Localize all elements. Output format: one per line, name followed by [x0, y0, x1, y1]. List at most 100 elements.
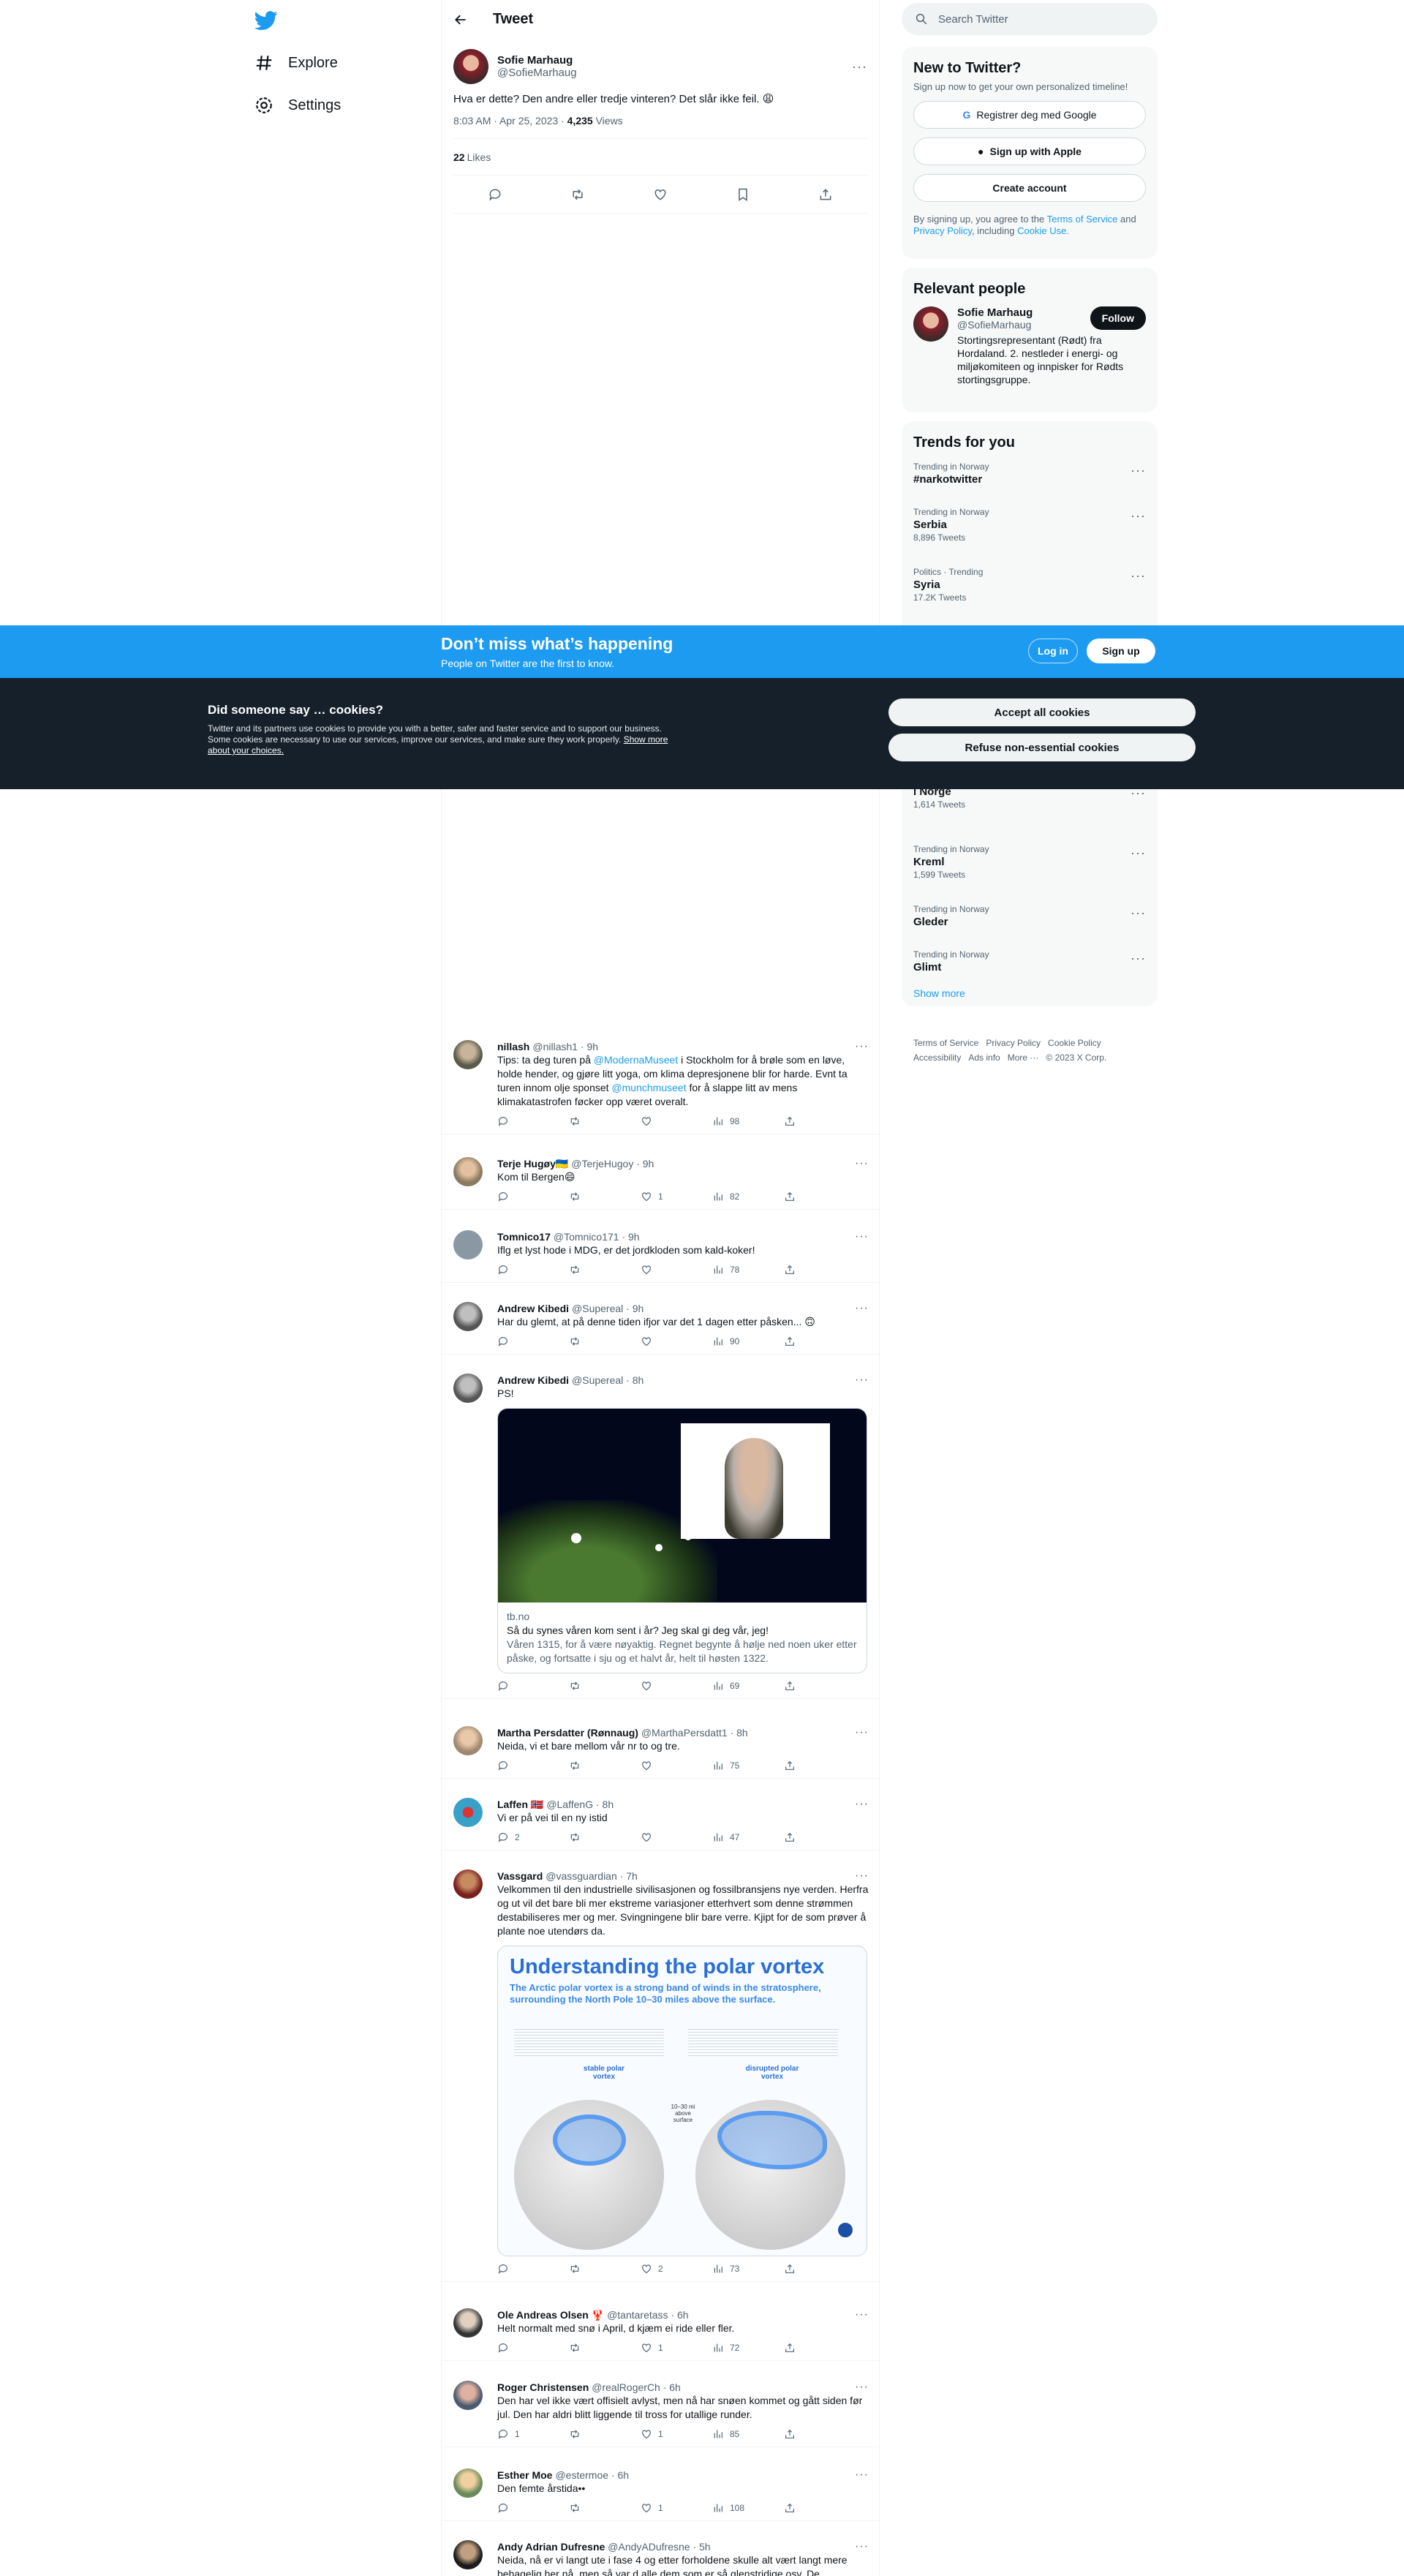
avatar[interactable] — [453, 1374, 483, 1403]
more-icon[interactable]: ··· — [1131, 568, 1146, 584]
retweet-action[interactable] — [569, 2263, 641, 2275]
reply-tweet[interactable]: Tomnico17 @Tomnico171 · 9h ··· Iflg et l… — [442, 1221, 880, 1283]
trend-item[interactable]: Trending in Norway Kreml 1,599 Tweets ··… — [913, 838, 1146, 898]
share-action[interactable] — [784, 1191, 856, 1202]
follow-button[interactable]: Follow — [1090, 306, 1146, 330]
views-action[interactable]: 69 — [712, 1680, 784, 1692]
reply-author-handle[interactable]: @MarthaPersdatt1 · 8h — [641, 1727, 748, 1739]
reply-action[interactable] — [497, 2263, 569, 2275]
reply-author-handle[interactable]: @AndyADufresne · 5h — [608, 2541, 710, 2553]
footer-more[interactable]: More ··· — [1008, 1052, 1039, 1063]
reply-author-handle[interactable]: @vassguardian · 7h — [546, 1870, 638, 1882]
likes-row[interactable]: 22 Likes — [453, 139, 867, 176]
reply-action[interactable] — [497, 1680, 569, 1692]
reply-icon[interactable] — [488, 187, 502, 202]
share-action[interactable] — [784, 1264, 856, 1276]
views-action[interactable]: 75 — [712, 1760, 784, 1771]
views-action[interactable]: 98 — [712, 1115, 784, 1127]
more-icon[interactable]: ··· — [855, 1374, 869, 1387]
trend-item[interactable]: Trending in Norway #narkotwitter ··· — [913, 456, 1146, 501]
retweet-action[interactable] — [569, 1760, 641, 1771]
reply-author-handle[interactable]: @estermoe · 6h — [555, 2469, 629, 2481]
reply-action[interactable]: 1 — [497, 2428, 569, 2440]
reply-author-handle[interactable]: @tantaretass · 6h — [607, 2309, 689, 2321]
views-action[interactable]: 90 — [712, 1336, 784, 1347]
terms-link[interactable]: Terms of Service — [1047, 214, 1118, 225]
share-action[interactable] — [784, 2342, 856, 2354]
like-action[interactable]: 1 — [641, 2502, 712, 2514]
reply-tweet[interactable]: Laffen 🇳🇴 @LaffenG · 8h ··· Vi er på vei… — [442, 1789, 880, 1850]
refuse-cookies-button[interactable]: Refuse non-essential cookies — [888, 734, 1196, 761]
retweet-action[interactable] — [569, 2502, 641, 2514]
views-action[interactable]: 72 — [712, 2342, 784, 2354]
avatar[interactable] — [453, 1157, 483, 1186]
like-action[interactable] — [641, 1680, 712, 1692]
cookie-use-link[interactable]: Cookie Use. — [1017, 225, 1069, 236]
reply-tweet[interactable]: Ole Andreas Olsen 🦞 @tantaretass · 6h ··… — [442, 2300, 880, 2361]
retweet-action[interactable] — [569, 2428, 641, 2440]
retweet-action[interactable] — [569, 1680, 641, 1692]
avatar[interactable] — [453, 1040, 483, 1069]
reply-tweet[interactable]: Andrew Kibedi @Supereal · 9h ··· Har du … — [442, 1293, 880, 1355]
like-action[interactable] — [641, 1264, 712, 1276]
reply-author-name[interactable]: Andy Adrian Dufresne — [497, 2541, 605, 2553]
reply-tweet[interactable]: Terje Hugøy🇺🇦 @TerjeHugoy · 9h ··· Kom t… — [442, 1148, 880, 1210]
reply-author-handle[interactable]: @Tomnico171 · 9h — [554, 1231, 640, 1243]
more-icon[interactable]: ··· — [855, 1869, 869, 1883]
share-action[interactable] — [784, 1760, 856, 1771]
reply-author-name[interactable]: Roger Christensen — [497, 2381, 589, 2393]
share-action[interactable] — [784, 2263, 856, 2275]
avatar[interactable] — [453, 1869, 483, 1899]
avatar[interactable] — [453, 2308, 483, 2338]
nav-settings[interactable]: Settings — [254, 91, 341, 120]
back-arrow-icon[interactable] — [453, 12, 468, 27]
reply-tweet[interactable]: Andy Adrian Dufresne @AndyADufresne · 5h… — [442, 2531, 880, 2576]
reply-action[interactable] — [497, 1264, 569, 1276]
footer-ads[interactable]: Ads info — [968, 1052, 1000, 1063]
trend-item[interactable]: Trending in Norway Gleder ··· — [913, 898, 1146, 944]
like-action[interactable]: 1 — [641, 2428, 712, 2440]
relevant-person[interactable]: Sofie Marhaug @SofieMarhaug Follow Stort… — [913, 306, 1146, 386]
reply-tweet[interactable]: Esther Moe @estermoe · 6h ··· Den femte … — [442, 2460, 880, 2521]
more-icon[interactable]: ··· — [855, 2308, 869, 2321]
retweet-action[interactable] — [569, 1336, 641, 1347]
reply-author-name[interactable]: nillash — [497, 1041, 529, 1052]
more-icon[interactable]: ··· — [1131, 951, 1146, 966]
trend-item[interactable]: Trending in Norway Glimt ··· — [913, 944, 1146, 989]
reply-action[interactable] — [497, 1760, 569, 1771]
reply-author-handle[interactable]: @Supereal · 9h — [572, 1303, 644, 1314]
reply-action[interactable] — [497, 1336, 569, 1347]
google-signup-button[interactable]: G Registrer deg med Google — [913, 101, 1146, 129]
retweet-action[interactable] — [569, 2342, 641, 2354]
mention-link[interactable]: @munchmuseet — [611, 1082, 686, 1093]
retweet-action[interactable] — [569, 1115, 641, 1127]
avatar[interactable] — [453, 1798, 483, 1827]
footer-privacy[interactable]: Privacy Policy — [986, 1038, 1041, 1048]
reply-tweet[interactable]: Roger Christensen @realRogerCh · 6h ··· … — [442, 2372, 880, 2447]
reply-author-name[interactable]: Tomnico17 — [497, 1231, 551, 1243]
share-action[interactable] — [784, 2502, 856, 2514]
reply-author-name[interactable]: Laffen 🇳🇴 — [497, 1799, 543, 1811]
retweet-action[interactable] — [569, 1264, 641, 1276]
privacy-link[interactable]: Privacy Policy — [913, 225, 972, 236]
more-icon[interactable]: ··· — [1131, 508, 1146, 524]
views-action[interactable]: 85 — [712, 2428, 784, 2440]
bookmark-icon[interactable] — [736, 187, 750, 202]
like-action[interactable]: 2 — [641, 2263, 712, 2275]
reply-action[interactable] — [497, 2342, 569, 2354]
avatar[interactable] — [453, 1302, 483, 1331]
tweet-time[interactable]: 8:03 AM · Apr 25, 2023 · — [453, 115, 567, 127]
avatar[interactable] — [453, 1230, 483, 1259]
like-action[interactable] — [641, 1831, 712, 1843]
more-icon[interactable]: ··· — [855, 1798, 869, 1811]
login-button[interactable]: Log in — [1028, 639, 1078, 663]
more-icon[interactable]: ··· — [855, 1230, 869, 1243]
reply-author-name[interactable]: Andrew Kibedi — [497, 1303, 569, 1314]
nav-explore[interactable]: Explore — [254, 48, 338, 78]
retweet-icon[interactable] — [570, 187, 585, 202]
like-action[interactable]: 1 — [641, 1191, 712, 1202]
views-action[interactable]: 78 — [712, 1264, 784, 1276]
like-action[interactable] — [641, 1115, 712, 1127]
person-name[interactable]: Sofie Marhaug — [957, 306, 1090, 319]
apple-signup-button[interactable]: ● Sign up with Apple — [913, 138, 1146, 165]
